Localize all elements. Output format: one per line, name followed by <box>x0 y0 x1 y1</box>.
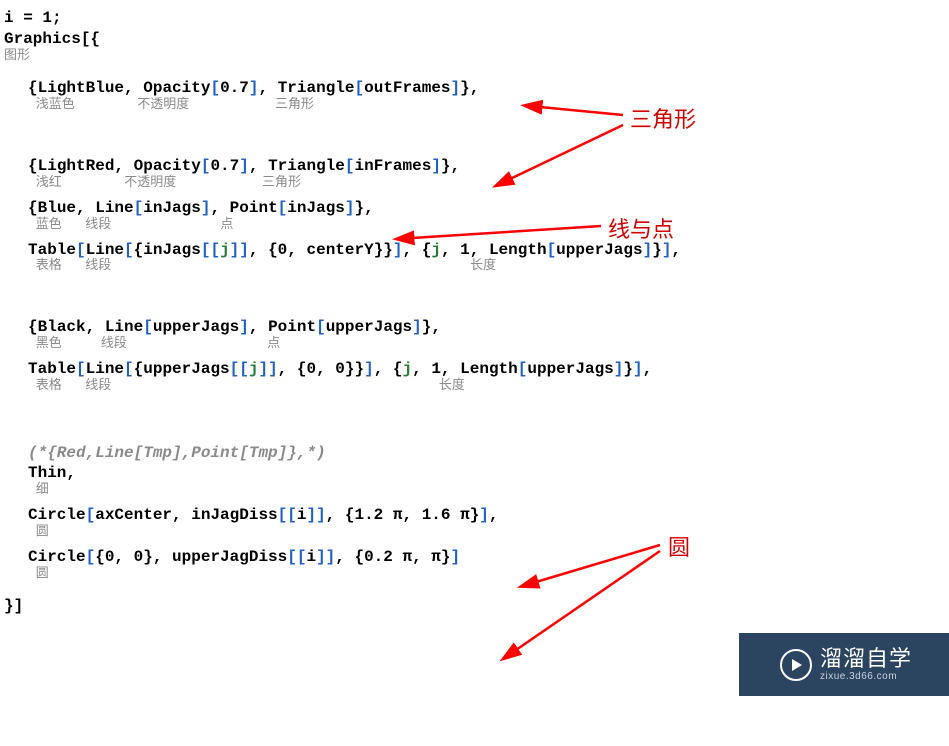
code-hint: 圆 <box>4 566 949 583</box>
watermark-banner: 溜溜自学 zixue.3d66.com <box>739 633 949 696</box>
code-line: {Blue, Line[inJags], Point[inJags]}, <box>4 198 949 219</box>
code-line: {Black, Line[upperJags], Point[upperJags… <box>4 317 949 338</box>
code-hint: 黑色 线段 点 <box>4 336 949 353</box>
code-hint: 表格 线段 长度 <box>4 258 949 275</box>
code-hint: 浅红 不透明度 三角形 <box>4 175 949 192</box>
code-line: i = 1; <box>4 8 949 29</box>
code-comment: (*{Red,Line[Tmp],Point[Tmp]},*) <box>4 443 949 464</box>
code-line: Table[Line[{upperJags[[j]], {0, 0}}], {j… <box>4 359 949 380</box>
code-hint: 浅蓝色 不透明度 三角形 <box>4 97 949 114</box>
code-line: Circle[axCenter, inJagDiss[[i]], {1.2 π,… <box>4 505 949 526</box>
annotation-circle: 圆 <box>668 534 690 563</box>
watermark-title: 溜溜自学 <box>820 647 912 671</box>
annotation-line-point: 线与点 <box>608 216 674 245</box>
annotation-triangle: 三角形 <box>630 106 696 135</box>
code-line: {LightRed, Opacity[0.7], Triangle[inFram… <box>4 156 949 177</box>
code-line: }] <box>4 596 949 617</box>
code-hint: 图形 <box>4 48 949 65</box>
code-line: Thin, <box>4 463 949 484</box>
code-hint: 细 <box>4 482 949 499</box>
play-icon <box>780 649 812 681</box>
code-line: Circle[{0, 0}, upperJagDiss[[i]], {0.2 π… <box>4 547 949 568</box>
code-hint: 表格 线段 长度 <box>4 378 949 395</box>
code-hint: 蓝色 线段 点 <box>4 217 949 234</box>
code-line: Graphics[{ <box>4 29 949 50</box>
watermark-url: zixue.3d66.com <box>820 671 912 682</box>
code-hint: 圆 <box>4 524 949 541</box>
